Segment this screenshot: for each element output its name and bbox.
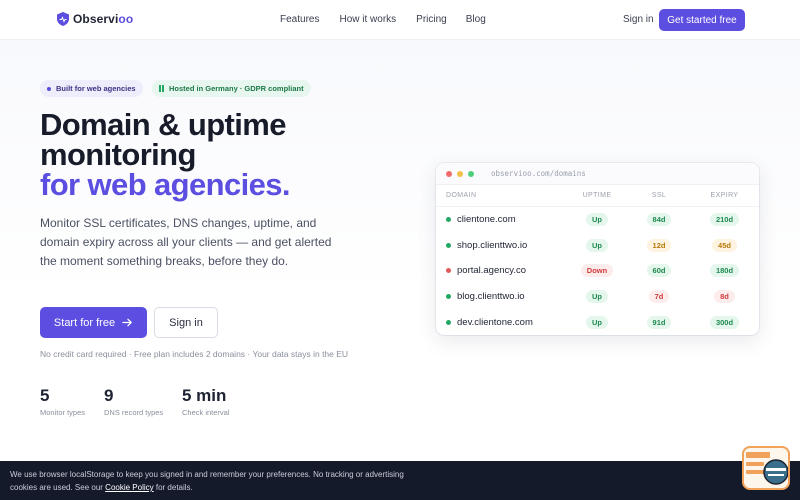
expiry-badge: 8d xyxy=(714,290,735,304)
status-dot-icon xyxy=(446,294,451,300)
nav-link-blog[interactable]: Blog xyxy=(466,14,486,25)
badge-agencies: Built for web agencies xyxy=(40,80,143,97)
arrow-right-icon xyxy=(122,318,132,327)
logo[interactable]: Observioo xyxy=(57,12,133,26)
dashboard-preview: observioo.com/domains DOMAIN UPTIME SSL … xyxy=(436,163,759,335)
table-row: shop.clienttwo.io Up 12d 45d xyxy=(436,233,759,259)
status-dot-icon xyxy=(446,319,451,325)
stat-label: DNS record types xyxy=(104,408,164,417)
table-row: portal.agency.co Down 60d 180d xyxy=(436,258,759,284)
expiry-badge: 45d xyxy=(712,238,737,252)
badge-germany-label: Hosted in Germany · GDPR compliant xyxy=(169,84,304,93)
window-titlebar: observioo.com/domains xyxy=(436,163,759,185)
nav-signin-link[interactable]: Sign in xyxy=(623,14,654,25)
stat-dns-record-types: 9 DNS record types xyxy=(104,386,163,417)
cookie-text: We use browser localStorage to keep you … xyxy=(10,468,420,494)
chat-widget-icon xyxy=(746,452,789,485)
hero-signin-button[interactable]: Sign in xyxy=(154,307,218,338)
badge-agencies-label: Built for web agencies xyxy=(56,84,136,93)
window-close-dot-icon xyxy=(446,170,452,177)
stat-label: Check interval xyxy=(182,408,230,417)
stat-label: Monitor types xyxy=(40,408,86,417)
uptime-badge: Up xyxy=(586,238,608,252)
column-header-ssl: SSL xyxy=(651,192,667,199)
row-domain: portal.agency.co xyxy=(457,265,527,277)
expiry-badge: 210d xyxy=(709,213,740,227)
uptime-badge: Down xyxy=(580,264,614,278)
hero-lead: Monitor SSL certificates, DNS changes, u… xyxy=(40,216,332,268)
table-row: dev.clientone.com Up 91d 300d xyxy=(436,309,759,335)
uptime-badge: Up xyxy=(586,315,608,329)
hero-title-accent: for web agencies. xyxy=(40,167,291,202)
window-maximize-dot-icon xyxy=(468,170,474,177)
window-minimize-dot-icon xyxy=(457,170,463,177)
cookie-banner: We use browser localStorage to keep you … xyxy=(0,461,800,500)
ssl-badge: 60d xyxy=(646,264,672,278)
logo-shield-icon xyxy=(57,12,69,26)
status-dot-icon xyxy=(446,242,451,248)
hero-fineprint: No credit card required · Free plan incl… xyxy=(40,349,349,359)
cookie-text-body: We use browser localStorage to keep you … xyxy=(10,470,404,492)
start-for-free-label: Start for free xyxy=(53,316,116,329)
status-dot-icon xyxy=(446,268,451,274)
bar-flag-icon xyxy=(159,85,164,92)
ssl-badge: 12d xyxy=(646,238,672,252)
row-domain: dev.clientone.com xyxy=(457,316,533,328)
stat-monitor-types: 5 Monitor types xyxy=(40,386,85,417)
stat-value: 5 xyxy=(40,386,50,405)
logo-text: Observioo xyxy=(73,12,134,26)
nav-link-features[interactable]: Features xyxy=(280,14,319,25)
table-header: DOMAIN UPTIME SSL EXPIRY xyxy=(436,185,759,207)
table-row: blog.clienttwo.io Up 7d 8d xyxy=(436,284,759,310)
badge-dot-icon xyxy=(47,86,51,91)
table-row: clientone.com Up 84d 210d xyxy=(436,207,759,233)
status-dot-icon xyxy=(446,217,451,223)
column-header-expiry: EXPIRY xyxy=(710,192,739,199)
expiry-badge: 180d xyxy=(709,264,740,278)
hero-title: Domain & uptime monitoring for web agenc… xyxy=(40,109,291,202)
column-header-uptime: UPTIME xyxy=(582,192,612,199)
uptime-badge: Up xyxy=(586,290,608,304)
get-started-button[interactable]: Get started free xyxy=(659,9,745,31)
cookie-policy-link[interactable]: Cookie Policy xyxy=(105,483,153,492)
row-domain: clientone.com xyxy=(457,214,516,226)
stat-check-interval: 5 min Check interval xyxy=(182,386,230,417)
nav-link-pricing[interactable]: Pricing xyxy=(416,14,447,25)
row-domain: blog.clienttwo.io xyxy=(457,291,525,303)
top-nav: Observioo Features How it works Pricing … xyxy=(0,0,800,40)
ssl-badge: 84d xyxy=(646,213,672,227)
nav-link-how-it-works[interactable]: How it works xyxy=(339,14,396,25)
stat-value: 5 min xyxy=(182,386,227,405)
start-for-free-button[interactable]: Start for free xyxy=(40,307,147,338)
window-url: observioo.com/domains xyxy=(491,169,586,178)
uptime-badge: Up xyxy=(586,213,608,227)
ssl-badge: 7d xyxy=(648,290,670,304)
ssl-badge: 91d xyxy=(646,315,672,329)
row-domain: shop.clienttwo.io xyxy=(457,239,528,251)
cookie-text-end: for details. xyxy=(153,483,193,492)
expiry-badge: 300d xyxy=(709,315,740,329)
chat-widget-button[interactable] xyxy=(742,446,790,490)
stat-value: 9 xyxy=(104,386,114,405)
badge-germany: Hosted in Germany · GDPR compliant xyxy=(152,80,311,97)
column-header-domain: DOMAIN xyxy=(446,192,477,199)
